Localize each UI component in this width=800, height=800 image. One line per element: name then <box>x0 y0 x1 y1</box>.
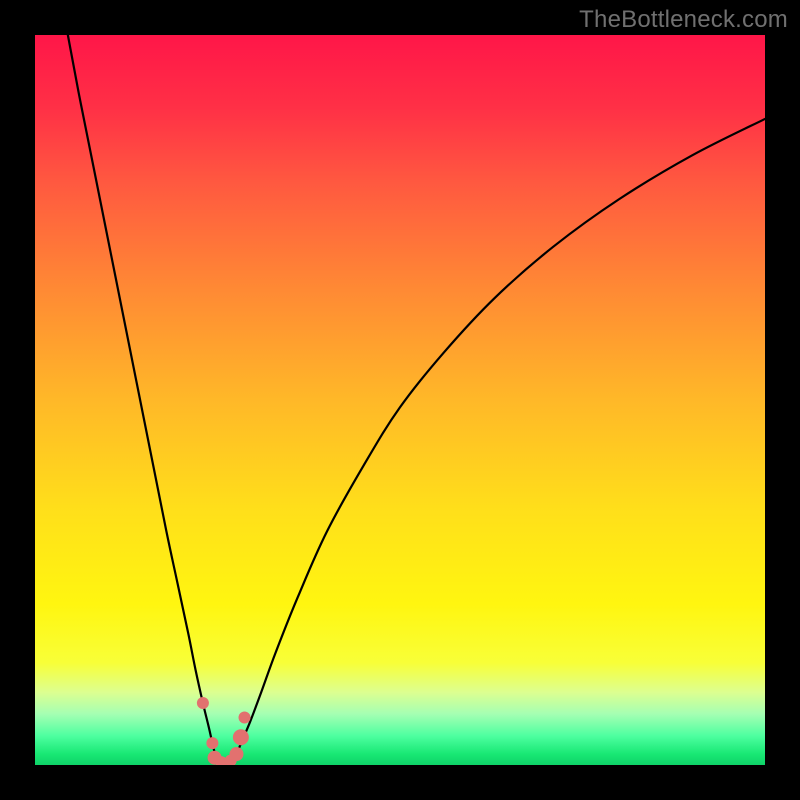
gradient-background <box>35 35 765 765</box>
data-marker <box>197 697 209 709</box>
data-marker <box>206 737 218 749</box>
data-marker <box>229 747 243 761</box>
data-marker <box>239 712 251 724</box>
watermark-text: TheBottleneck.com <box>579 6 788 34</box>
chart-frame: TheBottleneck.com <box>0 0 800 800</box>
chart-svg <box>35 35 765 765</box>
data-marker <box>233 729 249 745</box>
chart-plot-area <box>35 35 765 765</box>
